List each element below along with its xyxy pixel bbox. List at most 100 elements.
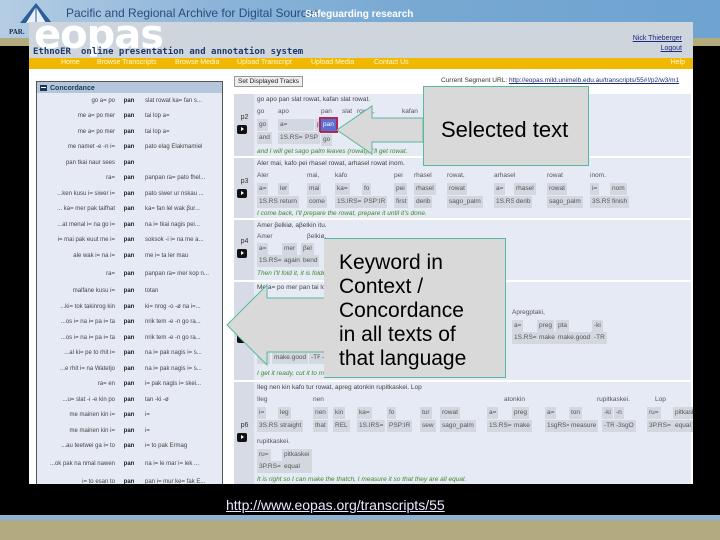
- morph[interactable]: fo: [362, 183, 372, 195]
- morph[interactable]: ler: [278, 183, 290, 195]
- concordance-keyword[interactable]: pan: [119, 98, 139, 104]
- concordance-row[interactable]: ...ken kusu i= siwer i= pan pato siwer ur …: [37, 186, 222, 202]
- concordance-row[interactable]: go a= po pan slat rowat ka= fan s...: [37, 93, 222, 109]
- morph[interactable]: go: [257, 119, 269, 131]
- concordance-row[interactable]: ra= pan panpan ra= mer kop n...: [37, 264, 222, 284]
- concordance-row[interactable]: ...au teetwei ga i= to pan i= to pak Ermag: [37, 439, 222, 455]
- word[interactable]: Ileg: [257, 395, 267, 406]
- word[interactable]: arhasel: [494, 171, 515, 182]
- concordance-row[interactable]: ...ok pak na nmal nawen pan na i= le mar i…: [37, 454, 222, 474]
- morph[interactable]: a=: [278, 119, 314, 131]
- morph[interactable]: -n: [614, 407, 624, 419]
- morph[interactable]: -ki: [592, 320, 603, 332]
- concordance-keyword[interactable]: pan: [119, 222, 139, 228]
- morph[interactable]: pitkaskei: [673, 407, 693, 419]
- concordance-row[interactable]: ...at menal i= na go i= pan na i= tkai nag…: [37, 217, 222, 233]
- logout-link[interactable]: Logout: [661, 45, 682, 52]
- morph[interactable]: kin: [333, 407, 346, 419]
- concordance-keyword[interactable]: pan: [119, 144, 139, 150]
- set-displayed-tracks-button[interactable]: Set Displayed Tracks: [234, 76, 304, 87]
- morph[interactable]: rowat: [447, 183, 467, 195]
- concordance-keyword[interactable]: pan: [119, 319, 139, 325]
- morph[interactable]: nom: [610, 183, 627, 195]
- word[interactable]: Lop: [655, 395, 666, 406]
- concordance-row[interactable]: ...e rhit i= na Watetjo pan na i= pak nagi…: [37, 361, 222, 377]
- concordance-keyword[interactable]: pan: [119, 160, 139, 166]
- concordance-keyword[interactable]: pan: [119, 381, 139, 387]
- word[interactable]: rhasel: [414, 171, 432, 182]
- nav-contact-us[interactable]: Contact Us: [374, 59, 409, 66]
- morph[interactable]: rowat: [440, 407, 460, 419]
- morph[interactable]: pta: [556, 320, 570, 332]
- morph[interactable]: nen: [313, 407, 328, 419]
- concordance-header[interactable]: Concordance: [37, 82, 222, 93]
- word[interactable]: nen: [313, 395, 324, 406]
- word[interactable]: kafan: [402, 107, 418, 118]
- concordance-keyword[interactable]: pan: [119, 412, 139, 418]
- word[interactable]: atonkin: [504, 395, 525, 406]
- concordance-row[interactable]: i= mai pak euut me i= pan soksok -i i= na …: [37, 233, 222, 249]
- word[interactable]: slat: [342, 107, 352, 118]
- play-icon[interactable]: [237, 433, 247, 442]
- morph[interactable]: ru=: [647, 407, 661, 419]
- concordance-keyword[interactable]: pan: [119, 350, 139, 356]
- nav-upload-media[interactable]: Upload Media: [311, 59, 354, 66]
- morph[interactable]: preg: [512, 407, 530, 419]
- morph[interactable]: mai: [307, 183, 322, 195]
- concordance-row[interactable]: ...ki= tok takinrog kin pan ki= nrog -o -ø…: [37, 299, 222, 315]
- word[interactable]: Amer: [257, 232, 273, 243]
- word[interactable]: pan: [321, 107, 332, 118]
- morph[interactable]: rhasel: [414, 183, 436, 195]
- word[interactable]: rowat: [547, 171, 563, 182]
- morph[interactable]: ton: [569, 407, 583, 419]
- word[interactable]: pei: [394, 171, 403, 182]
- play-icon[interactable]: [237, 125, 247, 134]
- morph[interactable]: a=: [257, 243, 269, 255]
- nav-home[interactable]: Home: [61, 59, 80, 66]
- concordance-row[interactable]: ... ka= mer pak taifhat pan ka= fan lel wa…: [37, 202, 222, 218]
- user-profile-link[interactable]: Nick Thieberger: [633, 35, 682, 42]
- segment-url-link[interactable]: http://eopas.mild.unimelb.edu.au/transcr…: [509, 77, 679, 84]
- morph[interactable]: rowat: [547, 183, 567, 195]
- morph[interactable]: -ki: [602, 407, 613, 419]
- morph[interactable]: a=: [512, 320, 524, 332]
- play-icon[interactable]: [237, 334, 247, 343]
- concordance-keyword[interactable]: pan: [119, 253, 139, 259]
- concordance-keyword[interactable]: pan: [119, 271, 139, 277]
- concordance-keyword[interactable]: pan: [119, 237, 139, 243]
- play-icon[interactable]: [237, 189, 247, 198]
- concordance-keyword[interactable]: pan: [119, 479, 139, 484]
- word[interactable]: inom.: [590, 171, 606, 182]
- word[interactable]: rupitkaskei.: [257, 437, 290, 448]
- selected-morph-pan[interactable]: pan: [319, 117, 338, 133]
- morph[interactable]: fo: [387, 407, 397, 419]
- concordance-row[interactable]: ...os i= na i= pa i= ta pan nrik tem -e -n…: [37, 315, 222, 331]
- concordance-row[interactable]: ...al ki= pe to rhit i= pan na i= pak nagi…: [37, 346, 222, 362]
- concordance-row[interactable]: ...os i= na i= pa i= ta pan nrik tem -e -n…: [37, 330, 222, 346]
- concordance-row[interactable]: malfane kusu i= pan totan: [37, 284, 222, 300]
- morph[interactable]: i=: [257, 407, 267, 419]
- concordance-row[interactable]: me namet -e -n i= pan pato elag Elakmamiel: [37, 140, 222, 156]
- transcript-url-link[interactable]: http://www.eopas.org/transcripts/55: [226, 497, 445, 513]
- word[interactable]: mai,: [307, 171, 319, 182]
- word[interactable]: apo: [278, 107, 289, 118]
- concordance-keyword[interactable]: pan: [119, 366, 139, 372]
- word[interactable]: Apregptaki,: [512, 308, 545, 319]
- morph[interactable]: ka=: [335, 183, 350, 195]
- concordance-keyword[interactable]: pan: [119, 443, 139, 449]
- morph[interactable]: ka=: [357, 407, 372, 419]
- morph[interactable]: βel: [301, 243, 314, 255]
- concordance-keyword[interactable]: pan: [119, 461, 139, 467]
- concordance-row[interactable]: me mainen kin i= pan i=: [37, 408, 222, 424]
- morph[interactable]: -ki: [309, 340, 320, 352]
- morph[interactable]: pitkaskei: [282, 449, 312, 461]
- concordance-keyword[interactable]: pan: [119, 304, 139, 310]
- morph[interactable]: tur: [420, 407, 432, 419]
- nav-browse-media[interactable]: Browse Media: [175, 59, 219, 66]
- concordance-row[interactable]: me a= po mer pan tai lop a=: [37, 124, 222, 140]
- concordance-keyword[interactable]: pan: [119, 288, 139, 294]
- concordance-keyword[interactable]: pan: [119, 397, 139, 403]
- concordance-keyword[interactable]: pan: [119, 191, 139, 197]
- concordance-row[interactable]: me mainen kin i= pan i=: [37, 423, 222, 439]
- morph[interactable]: a=: [257, 183, 269, 195]
